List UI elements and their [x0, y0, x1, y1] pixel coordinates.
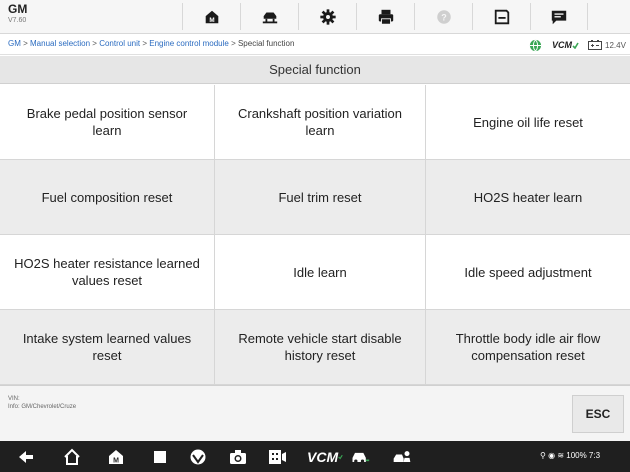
- battery-icon: [588, 40, 602, 50]
- battery-status: 12.4V: [588, 38, 626, 52]
- system-status: ⚲ ◉ ≋ 100% 7:3: [540, 451, 600, 460]
- function-item[interactable]: HO2S heater learn: [426, 160, 630, 235]
- print-button[interactable]: [356, 3, 414, 30]
- function-item[interactable]: Remote vehicle start disable history res…: [215, 310, 426, 385]
- message-button[interactable]: [530, 3, 588, 30]
- breadcrumb: GM > Manual selection > Control unit > E…: [8, 39, 295, 48]
- help-button[interactable]: ?: [414, 3, 472, 30]
- back-button[interactable]: [16, 447, 36, 467]
- remote-support-icon: [393, 451, 411, 462]
- wifi-icon: ≋: [557, 451, 565, 460]
- screen-capture-icon: [269, 450, 286, 464]
- vehicle-lift-icon: [262, 12, 277, 23]
- function-item[interactable]: HO2S heater resistance learned values re…: [0, 235, 215, 310]
- home-button[interactable]: M: [182, 3, 240, 30]
- vcm-status: VCM: [552, 38, 579, 52]
- function-item[interactable]: Engine oil life reset: [426, 85, 630, 160]
- vcm-connected-icon: [572, 42, 579, 49]
- function-item[interactable]: Throttle body idle air flow compensation…: [426, 310, 630, 385]
- save-icon: [494, 9, 509, 24]
- message-icon: [551, 10, 567, 24]
- esc-button[interactable]: ESC: [572, 395, 624, 433]
- autel-home-button[interactable]: M: [106, 447, 126, 467]
- breadcrumb-item-control-unit[interactable]: Control unit: [99, 39, 140, 48]
- home-outline-icon: [64, 448, 80, 465]
- recent-apps-button[interactable]: [150, 447, 170, 467]
- top-toolbar: GM V7.60 M ?: [0, 0, 630, 34]
- back-arrow-icon: [19, 451, 33, 463]
- vehicle-info-text: Info: GM/Chevrolet/Cruze: [8, 404, 77, 410]
- app-name: GM: [8, 2, 28, 16]
- home-m-icon: M: [109, 450, 123, 465]
- function-item[interactable]: Crankshaft position variation learn: [215, 85, 426, 160]
- page-title: Special function: [269, 62, 361, 77]
- breadcrumb-bar: GM > Manual selection > Control unit > E…: [0, 35, 630, 55]
- function-item[interactable]: Idle speed adjustment: [426, 235, 630, 310]
- function-item[interactable]: Intake system learned values reset: [0, 310, 215, 385]
- app-window: GM V7.60 M ? GM > Manual selection > Con…: [0, 0, 630, 472]
- browser-icon: [190, 449, 206, 465]
- home-icon: M: [205, 10, 218, 23]
- vin-label: VIN:: [8, 396, 20, 402]
- page-title-bar: Special function: [0, 56, 630, 84]
- car-icon: [352, 452, 370, 463]
- function-item[interactable]: Brake pedal position sensor learn: [0, 85, 215, 160]
- vcm-nav-label: VCM: [307, 449, 339, 465]
- breadcrumb-item-current: Special function: [237, 39, 295, 48]
- vehicle-nav-button[interactable]: [350, 447, 370, 467]
- camera-button[interactable]: [228, 447, 248, 467]
- svg-text:M: M: [113, 458, 119, 465]
- function-item[interactable]: Idle learn: [215, 235, 426, 310]
- vehicle-lift-button[interactable]: [240, 3, 298, 30]
- help-icon: ?: [436, 9, 451, 24]
- globe-icon: [529, 39, 542, 51]
- vcm-nav-button[interactable]: VCM: [307, 447, 343, 467]
- svg-text:M: M: [209, 16, 214, 23]
- recent-apps-icon: [154, 451, 166, 463]
- home-nav-button[interactable]: [62, 447, 82, 467]
- brand: GM V7.60: [8, 3, 27, 26]
- system-navigation-bar: M VCM ⚲ ◉ ≋ 100% 7:3: [0, 441, 630, 472]
- vcm-connected-nav-icon: [338, 454, 343, 460]
- browser-button[interactable]: [188, 447, 208, 467]
- screen-record-button[interactable]: [267, 447, 287, 467]
- save-button[interactable]: [472, 3, 530, 30]
- battery-voltage: 12.4V: [605, 40, 626, 50]
- print-icon: [378, 9, 393, 25]
- breadcrumb-item-gm[interactable]: GM: [8, 39, 21, 48]
- app-version: V7.60: [8, 17, 27, 24]
- vcm-status-label: VCM: [552, 40, 572, 50]
- info-footer: VIN: Info: GM/Chevrolet/Cruze ESC: [0, 385, 630, 441]
- battery-level: 100% 7:3: [566, 451, 601, 460]
- settings-gear-icon: [319, 8, 336, 25]
- app-status-icon: ◉: [548, 451, 556, 460]
- function-item[interactable]: Fuel composition reset: [0, 160, 215, 235]
- breadcrumb-item-engine-control-module[interactable]: Engine control module: [149, 39, 229, 48]
- settings-button[interactable]: [298, 3, 356, 30]
- function-grid: Brake pedal position sensor learn Cranks…: [0, 85, 630, 385]
- function-item[interactable]: Fuel trim reset: [215, 160, 426, 235]
- camera-icon: [230, 450, 246, 464]
- network-status: [529, 38, 542, 52]
- remote-support-button[interactable]: [392, 447, 412, 467]
- breadcrumb-item-manual-selection[interactable]: Manual selection: [30, 39, 90, 48]
- vehicle-info: VIN: Info: GM/Chevrolet/Cruze: [8, 395, 76, 411]
- location-icon: ⚲: [540, 451, 546, 460]
- svg-text:?: ?: [441, 12, 447, 22]
